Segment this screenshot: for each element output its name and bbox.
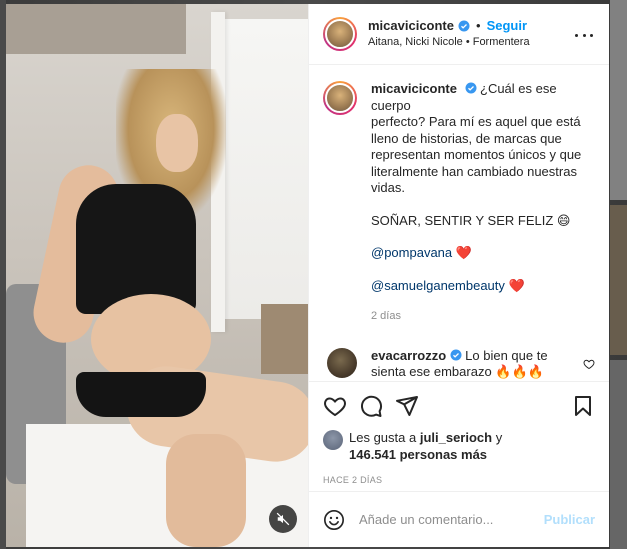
caption-text: vidas. — [371, 180, 405, 195]
comment-input[interactable] — [359, 512, 544, 527]
separator-dot: • — [476, 18, 481, 33]
liker-username[interactable]: juli_serioch — [420, 430, 492, 445]
caption-text: representan momentos únicos y que — [371, 147, 582, 162]
post-actions: Les gusta a juli_serioch y 146.541 perso… — [309, 381, 609, 491]
background-thumbnail — [610, 0, 627, 200]
emoji-smiley-icon[interactable] — [323, 509, 345, 531]
verified-badge-icon — [450, 349, 462, 361]
post-modal: micaviciconte • Seguir Aitana, Nicki Nic… — [6, 4, 609, 547]
caption-author-avatar[interactable] — [323, 81, 357, 115]
heart-emoji: ❤️ — [455, 245, 472, 260]
share-paper-plane-icon[interactable] — [395, 394, 419, 418]
likes-count-button[interactable]: 146.541 personas más — [349, 447, 487, 462]
comment-text: Lo bien que te — [465, 347, 548, 363]
comment-text: sienta ese embarazo 🔥🔥🔥 — [371, 364, 544, 379]
speaker-muted-icon — [276, 512, 290, 526]
caption-text: perfecto? Para mí es aquel que está — [371, 114, 581, 129]
more-dot-icon — [575, 33, 578, 37]
comment-bubble-icon[interactable] — [359, 394, 383, 418]
comments-section: micaviciconte ¿Cuál es ese cuerpo perfec… — [309, 65, 609, 381]
post-header: micaviciconte • Seguir Aitana, Nicki Nic… — [309, 4, 609, 65]
verified-badge-icon — [465, 82, 477, 94]
caption-text: literalmente han cambiado nuestras — [371, 163, 577, 179]
post-location[interactable]: Aitana, Nicki Nicole • Formentera — [368, 36, 530, 50]
likes-summary: Les gusta a juli_serioch y 146.541 perso… — [323, 430, 595, 463]
commenter-avatar[interactable] — [327, 347, 357, 378]
like-comment-heart-icon[interactable] — [583, 358, 595, 370]
liker-avatar[interactable] — [323, 430, 343, 450]
heart-emoji: ❤️ — [508, 277, 525, 293]
mute-button[interactable] — [269, 505, 297, 533]
follow-button[interactable]: Seguir — [487, 18, 527, 34]
publish-button[interactable]: Publicar — [544, 512, 595, 527]
commenter-username[interactable]: evacarrozzo — [371, 348, 446, 363]
like-heart-icon[interactable] — [323, 394, 347, 418]
caption-text: SOÑAR, SENTIR Y SER FELIZ 😄 — [371, 212, 571, 228]
author-avatar[interactable] — [323, 17, 357, 51]
post-date[interactable]: HACE 2 DÍAS — [323, 475, 595, 485]
more-dot-icon — [590, 33, 593, 37]
comment: evacarrozzo Lo bien que te sienta ese em… — [323, 347, 595, 381]
mention-link[interactable]: @samuelganembeauty — [371, 278, 505, 293]
author-username[interactable]: micaviciconte — [368, 18, 454, 34]
post-side-panel: micaviciconte • Seguir Aitana, Nicki Nic… — [308, 4, 609, 547]
post-video[interactable] — [6, 4, 308, 547]
background-thumbnail — [610, 205, 627, 355]
verified-badge-icon — [458, 20, 470, 32]
comment-composer: Publicar — [309, 491, 609, 547]
more-options-button[interactable] — [575, 26, 593, 44]
more-dot-icon — [582, 33, 586, 37]
save-bookmark-icon[interactable] — [571, 394, 595, 418]
caption-timestamp[interactable]: 2 días — [371, 308, 595, 325]
caption-author-username[interactable]: micaviciconte — [371, 81, 457, 96]
caption: micaviciconte ¿Cuál es ese cuerpo perfec… — [323, 81, 595, 325]
mention-link[interactable]: @pompavana — [371, 245, 452, 260]
caption-text: lleno de historias, de marcas que — [371, 130, 562, 146]
background-thumbnail — [610, 360, 627, 549]
